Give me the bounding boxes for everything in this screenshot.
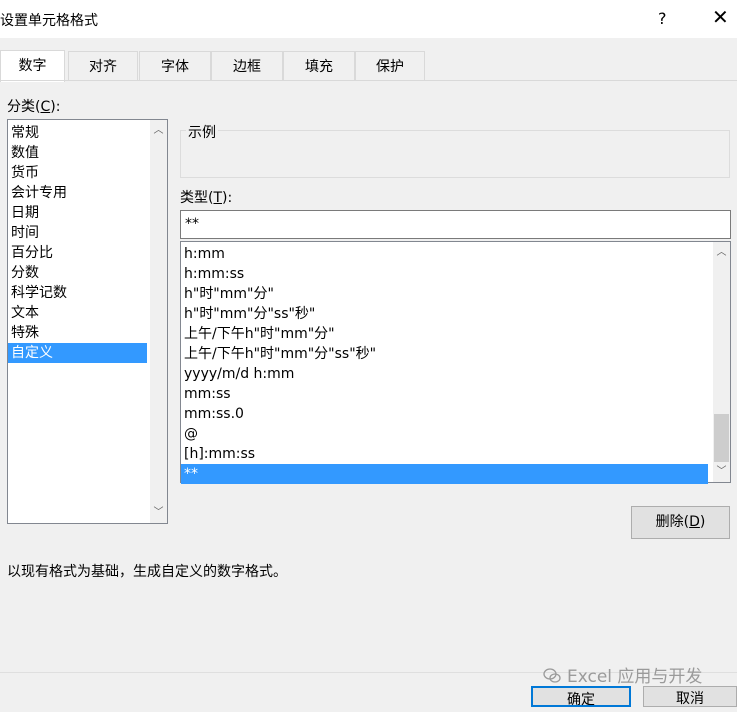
format-item-selected[interactable]: ** [181, 464, 708, 484]
category-item-number[interactable]: 数值 [8, 143, 147, 163]
category-item-general[interactable]: 常规 [8, 123, 147, 143]
tab-border[interactable]: 边框 [211, 51, 283, 81]
category-scrollbar[interactable]: ︿ ﹀ [150, 120, 167, 523]
help-button[interactable]: ? [658, 9, 667, 28]
format-listbox[interactable]: h:mm h:mm:ss h"时"mm"分" h"时"mm"分"ss"秒" 上午… [180, 241, 731, 484]
close-button[interactable]: ✕ [712, 5, 729, 29]
format-item[interactable]: 上午/下午h"时"mm"分"ss"秒" [181, 344, 708, 364]
chevron-up-icon[interactable]: ︿ [150, 122, 167, 139]
scroll-thumb[interactable] [714, 414, 729, 462]
tab-number[interactable]: 数字 [0, 50, 65, 82]
category-item-currency[interactable]: 货币 [8, 163, 147, 183]
sample-groupbox [180, 130, 730, 178]
format-scrollbar[interactable]: ︿ ﹀ [713, 242, 730, 482]
category-item-accounting[interactable]: 会计专用 [8, 183, 147, 203]
delete-button[interactable]: 删除(D) [631, 506, 730, 539]
format-item[interactable]: h"时"mm"分"ss"秒" [181, 304, 708, 324]
type-input[interactable]: ** [180, 210, 731, 239]
chevron-up-icon[interactable]: ︿ [713, 244, 730, 261]
tab-protection[interactable]: 保护 [355, 51, 425, 81]
category-item-special[interactable]: 特殊 [8, 323, 147, 343]
format-item[interactable]: @ [181, 424, 708, 444]
sample-label: 示例 [186, 122, 218, 142]
dialog-title: 设置单元格格式 [0, 13, 98, 29]
category-item-fraction[interactable]: 分数 [8, 263, 147, 283]
cancel-button[interactable]: 取消 [643, 686, 737, 707]
category-item-date[interactable]: 日期 [8, 203, 147, 223]
watermark: Excel 应用与开发 [543, 662, 702, 687]
chevron-down-icon[interactable]: ﹀ [150, 504, 167, 521]
title-bar: 设置单元格格式 ? ✕ [0, 0, 737, 38]
category-item-time[interactable]: 时间 [8, 223, 147, 243]
wechat-icon [543, 668, 561, 683]
format-item[interactable]: yyyy/m/d h:mm [181, 364, 708, 384]
tab-divider [0, 80, 737, 81]
format-item[interactable]: mm:ss.0 [181, 404, 708, 424]
category-item-text[interactable]: 文本 [8, 303, 147, 323]
category-listbox[interactable]: 常规 数值 货币 会计专用 日期 时间 百分比 分数 科学记数 文本 特殊 自定… [7, 119, 168, 524]
category-label: 分类(C): [7, 99, 61, 115]
type-label: 类型(T): [180, 190, 233, 206]
category-item-scientific[interactable]: 科学记数 [8, 283, 147, 303]
tab-font[interactable]: 字体 [139, 51, 211, 81]
ok-button[interactable]: 确定 [531, 686, 631, 708]
tab-fill[interactable]: 填充 [283, 51, 355, 81]
format-item[interactable]: 上午/下午h"时"mm"分" [181, 324, 708, 344]
format-item[interactable]: mm:ss [181, 384, 708, 404]
chevron-down-icon[interactable]: ﹀ [713, 463, 730, 480]
format-item[interactable]: h:mm:ss [181, 264, 708, 284]
category-item-percentage[interactable]: 百分比 [8, 243, 147, 263]
tab-alignment[interactable]: 对齐 [68, 51, 138, 81]
format-item[interactable]: [h]:mm:ss [181, 444, 708, 464]
category-item-custom[interactable]: 自定义 [8, 343, 147, 363]
format-item[interactable]: h:mm [181, 244, 708, 264]
description-text: 以现有格式为基础，生成自定义的数字格式。 [7, 564, 287, 580]
format-item[interactable]: h"时"mm"分" [181, 284, 708, 304]
